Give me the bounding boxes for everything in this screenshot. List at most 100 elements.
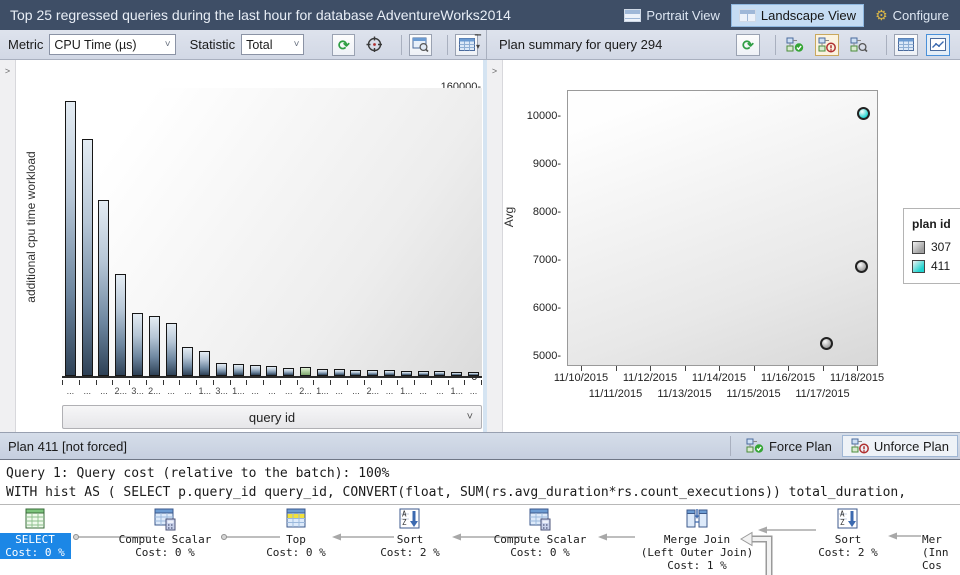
svg-text:Z: Z [402,518,407,527]
bar[interactable] [266,366,277,376]
refresh-button[interactable]: ⟳ [332,34,355,56]
plan-node-sort[interactable]: AZSortCost: 2 % [803,507,893,559]
bar-x-tick-label: ... [163,386,180,396]
toolbar-overflow-icon[interactable]: ▔▾ [472,36,484,50]
portrait-view-button[interactable]: Portrait View [617,5,726,26]
plan-node-merge-join[interactable]: Merge Join(Left Outer Join)Cost: 1 % [627,507,767,572]
plan-status-bar: Plan 411 [not forced] Force Plan Unforce [0,432,960,460]
bar[interactable] [233,364,244,376]
bar[interactable] [199,351,210,376]
scatter-x-tick-label: 11/14/2015 [684,372,754,384]
bar[interactable] [216,363,227,376]
bar-x-tick-label: 1... [230,386,247,396]
force-plan-toolbar-button[interactable] [815,34,839,56]
bar[interactable] [166,323,177,376]
select-result-icon [22,507,48,531]
bar-chart-x-tick-labels: .........2...3...2.........1...3...1....… [62,386,482,396]
chevron-down-icon: ˅ [165,39,171,50]
landscape-view-icon [739,9,756,22]
plan-node-select[interactable]: SELECTCost: 0 % [0,507,71,559]
plan-node-label: Sort [803,533,893,546]
bar-x-tick-label: 1... [448,386,465,396]
bar-x-tick-label: ... [280,386,297,396]
configure-button[interactable]: ⚙ Configure [868,5,956,26]
scatter-x-tick-label: 11/13/2015 [650,388,720,400]
bar-chart: additional cpu time workload 0-20000-400… [16,60,483,432]
bar[interactable] [350,370,361,376]
collapse-arrow-icon: > [492,66,497,76]
legend-item[interactable]: 411 [912,259,960,273]
bar[interactable] [334,369,345,376]
bar[interactable] [451,372,462,376]
plan-node-label: Cost: 2 % [365,546,455,559]
plan-node-compute-scalar[interactable]: Compute ScalarCost: 0 % [105,507,225,559]
bar-x-tick-label: 3... [213,386,230,396]
grid-format-button[interactable] [894,34,918,56]
bar[interactable] [283,368,294,376]
plan-node-label: Compute Scalar [480,533,600,546]
scatter-x-tick-label: 11/17/2015 [788,388,858,400]
force-plan-button[interactable]: Force Plan [738,436,840,456]
force-plan-icon [746,438,764,454]
legend-title: plan id [912,217,960,231]
bar[interactable] [250,365,261,376]
bar[interactable] [468,372,479,376]
plan-node-top[interactable]: TopCost: 0 % [256,507,336,559]
dropdown-chevron-icon: ˅ [467,411,473,423]
plan-node-mer[interactable]: Mer(InnCos [922,507,960,572]
statistic-dropdown[interactable]: Total ˅ [241,34,304,55]
charts-area: > additional cpu time workload 0-20000-4… [0,60,960,432]
plan-node-compute-scalar[interactable]: Compute ScalarCost: 0 % [480,507,600,559]
metric-toolbar: Metric CPU Time (µs) ˅ Statistic Total ˅… [0,30,487,59]
bar-selected-query[interactable] [300,367,311,376]
plan-summary-panel: > Avg 5000-6000-7000-8000-9000-10000- 11… [487,60,960,432]
bar[interactable] [115,274,126,376]
chart-format-button[interactable] [926,34,950,56]
bar[interactable] [149,316,160,376]
track-selected-query-button[interactable] [363,34,386,56]
legend-swatch [912,260,925,273]
refresh-button[interactable]: ⟳ [736,34,760,56]
bar-x-tick-label: ... [432,386,449,396]
bar[interactable] [65,101,76,377]
collapse-right-panel[interactable]: > [487,60,503,432]
bar[interactable] [82,139,93,376]
scatter-point-plan-307[interactable] [855,260,868,273]
verify-plans-button[interactable] [783,34,807,56]
bar-x-tick-label: 2... [146,386,163,396]
query-id-axis-dropdown[interactable]: query id ˅ [62,405,482,429]
execution-plan-pane: SELECTCost: 0 % Compute ScalarCost: 0 % To… [0,505,960,575]
compute-scalar-icon [527,507,553,531]
bar[interactable] [182,347,193,376]
sort-icon: AZ [835,507,861,531]
scatter-point-plan-307[interactable] [820,337,833,350]
bar[interactable] [401,371,412,376]
compare-plans-button[interactable] [847,34,871,56]
bar[interactable] [434,371,445,376]
bar[interactable] [98,200,109,376]
plan-node-label: Cost: 0 % [480,546,600,559]
collapse-left-panel[interactable]: > [0,60,16,432]
bar-x-tick-label: ... [247,386,264,396]
unforce-plan-button[interactable]: Unforce Plan [842,435,958,457]
scatter-y-tick-label: 6000- [515,302,563,314]
bar[interactable] [384,370,395,376]
landscape-view-button[interactable]: Landscape View [731,4,864,27]
bar[interactable] [418,371,429,376]
verify-plans-icon [786,37,804,53]
legend-item[interactable]: 307 [912,240,960,254]
bar[interactable] [317,369,328,376]
metric-dropdown[interactable]: CPU Time (µs) ˅ [49,34,175,55]
bar-x-tick-label: 2... [364,386,381,396]
bar-x-tick-label: ... [62,386,79,396]
bar-x-tick-label: ... [264,386,281,396]
scatter-y-tick-label: 10000- [515,110,563,122]
chart-view-icon [930,38,946,51]
plan-node-sort[interactable]: AZSortCost: 2 % [365,507,455,559]
bar-x-tick-label: 2... [112,386,129,396]
scatter-point-plan-411[interactable] [857,107,870,120]
view-plan-button[interactable] [409,34,432,56]
bar-plot-area [62,88,482,378]
bar[interactable] [132,313,143,376]
bar[interactable] [367,370,378,376]
